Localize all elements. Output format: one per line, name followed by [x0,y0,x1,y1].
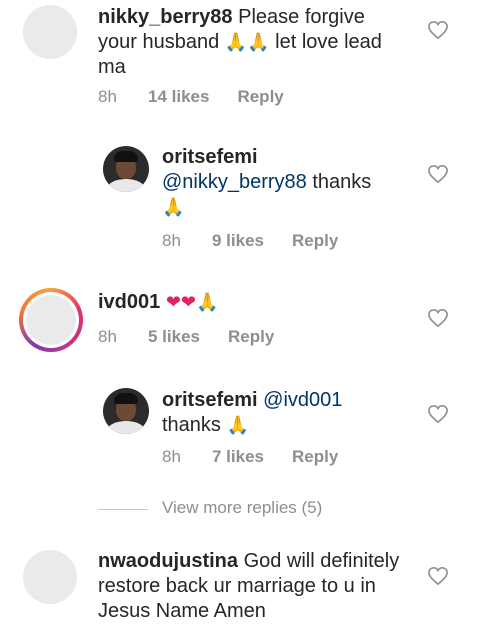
reply-comment-oritsefemi: oritsefemi @ivd001 thanks 🙏 8h 7 likes R… [0,382,480,477]
divider-line [98,509,148,510]
comment-text: oritsefemi @ivd001 thanks 🙏 [162,388,412,438]
avatar[interactable] [103,146,149,192]
comment-meta: 8h 7 likes Reply [162,447,338,467]
comment-username[interactable]: nwaodujustina [98,550,238,572]
avatar-ring-gap [23,292,79,348]
reply-comment-oritsefemi: oritsefemi @nikky_berry88 thanks 🙏 8h 9 … [0,140,480,260]
heart-outline-icon[interactable] [427,20,449,40]
reply-button[interactable]: Reply [228,327,274,347]
red-heart-emoji-icon: ❤ [165,292,181,312]
comment-time: 8h [98,87,117,106]
pray-emoji-icon: 🙏 [226,415,249,435]
pray-emoji-icon: 🙏 [224,32,248,52]
comment-text: oritsefemi @nikky_berry88 thanks 🙏 [162,145,412,220]
avatar-story-ring[interactable] [19,288,83,352]
comment-likes[interactable]: 5 likes [148,327,200,347]
reply-button[interactable]: Reply [237,87,283,107]
view-more-replies-button[interactable]: View more replies (5) [98,498,478,522]
comment-text: ivd001 ❤❤🙏 [98,290,348,315]
comment-text-line-1: God will definitely [243,550,400,572]
comment-time: 8h [162,231,181,250]
comment-username[interactable]: ivd001 [98,291,160,313]
view-more-replies-label: View more replies (5) [162,498,323,517]
avatar-cap [114,151,138,162]
avatar [26,295,76,345]
mention-link[interactable]: @ivd001 [263,389,342,411]
comment-text-line-4: ma [98,56,126,78]
avatar-shirt [107,421,145,434]
pray-emoji-icon: 🙏 [247,32,270,52]
comment-text-line-2: your husband [98,31,220,53]
avatar[interactable] [23,550,77,604]
comment-meta: 8h 5 likes Reply [98,327,274,347]
comment-username[interactable]: oritsefemi [162,389,258,411]
comment-time: 8h [162,447,181,466]
avatar[interactable] [23,5,77,59]
comment-likes[interactable]: 9 likes [212,231,264,251]
comment-body: thanks [162,414,221,436]
mention-link[interactable]: @nikky_berry88 [162,171,307,193]
comment-text-line-3: Jesus Name Amen [98,600,266,622]
pray-emoji-icon: 🙏 [162,197,185,217]
comment-meta: 8h 14 likes Reply [98,87,284,107]
comment-nikky-berry88: nikky_berry88 Please forgive your husban… [0,0,480,120]
comment-text-line-1: Please forgive [238,6,365,28]
heart-outline-icon[interactable] [427,566,449,586]
comment-text-line-3: let love lead [275,31,382,53]
reply-button[interactable]: Reply [292,231,338,251]
avatar-shirt [107,179,145,192]
comment-ivd001: ivd001 ❤❤🙏 8h 5 likes Reply [0,285,480,365]
comment-username[interactable]: nikky_berry88 [98,6,233,28]
heart-outline-icon[interactable] [427,308,449,328]
comment-body: thanks [312,171,372,193]
comment-time: 8h [98,327,117,346]
comment-username[interactable]: oritsefemi [162,146,258,168]
comment-likes[interactable]: 14 likes [148,87,209,107]
pray-emoji-icon: 🙏 [196,292,219,312]
comment-text: nwaodujustina God will definitely restor… [98,549,418,624]
comment-meta: 8h 9 likes Reply [162,231,338,251]
comment-text-line-2: restore back ur marriage to u in [98,575,376,597]
avatar[interactable] [103,388,149,434]
red-heart-emoji-icon: ❤ [180,292,197,312]
heart-outline-icon[interactable] [427,404,449,424]
comment-text: nikky_berry88 Please forgive your husban… [98,5,418,80]
comment-nwaodujustina: nwaodujustina God will definitely restor… [0,545,480,625]
avatar-cap [114,393,138,404]
reply-button[interactable]: Reply [292,447,338,467]
comment-likes[interactable]: 7 likes [212,447,264,467]
heart-outline-icon[interactable] [427,164,449,184]
